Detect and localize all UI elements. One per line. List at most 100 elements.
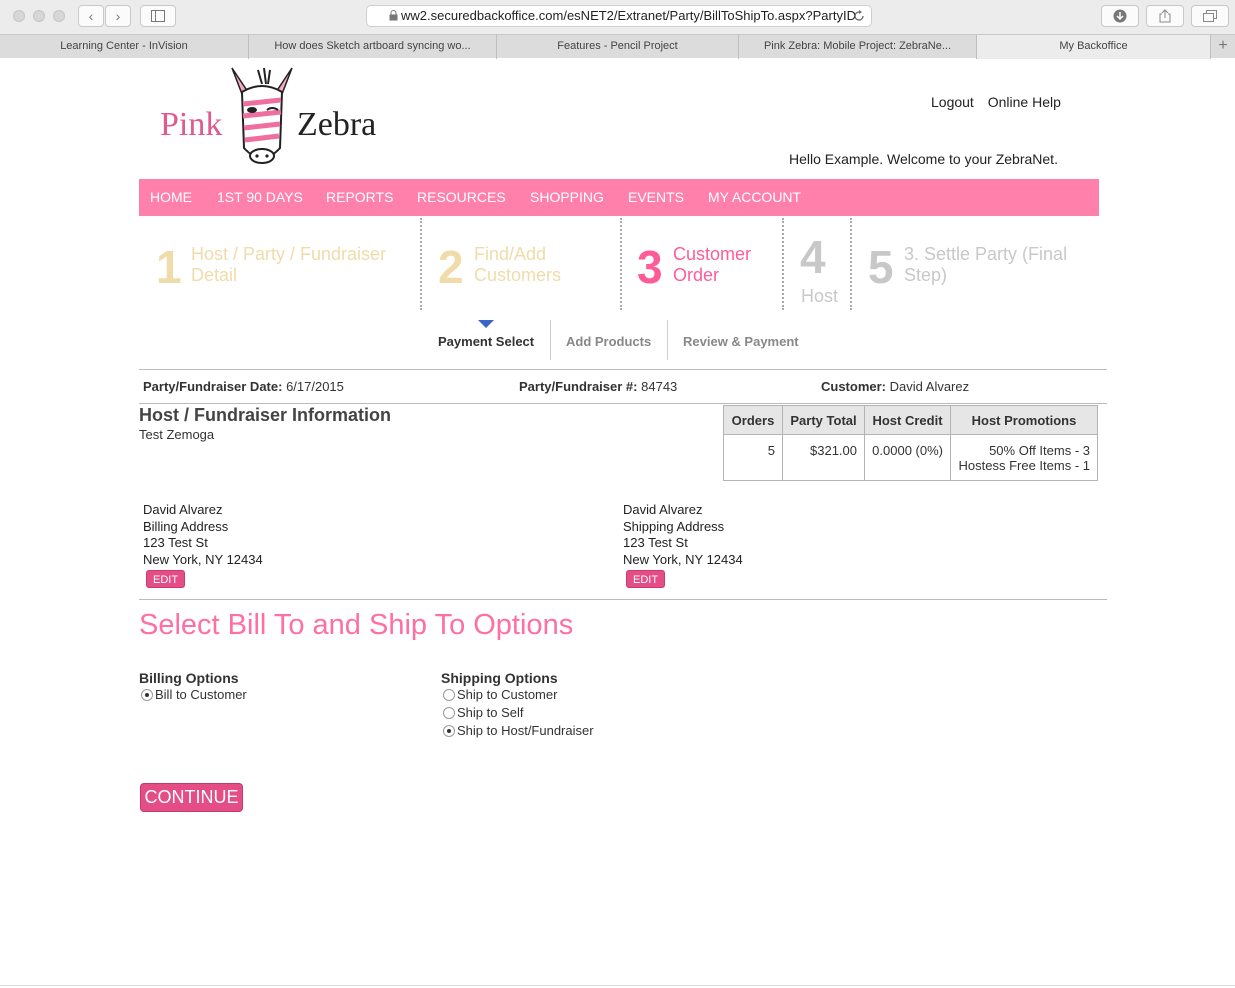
logo-zebra-text: Zebra [297, 106, 377, 143]
radio-label: Bill to Customer [155, 687, 247, 702]
header-links: Logout Online Help [931, 94, 1071, 110]
radio-bill-to-customer[interactable]: Bill to Customer [141, 687, 247, 703]
step-divider [782, 218, 784, 310]
header-party-total: Party Total [782, 405, 865, 435]
customer-value: David Alvarez [889, 379, 970, 394]
back-chevron-icon: ‹ [88, 8, 94, 24]
host-name: Test Zemoga [139, 427, 215, 442]
orders-value: 5 [723, 434, 783, 481]
tab-title: My Backoffice [1059, 40, 1128, 52]
divider [139, 599, 1107, 600]
share-button[interactable] [1146, 5, 1184, 27]
party-date-label: Party/Fundraiser Date: [143, 379, 283, 394]
logo-pink-text: Pink [160, 106, 223, 143]
radio-ship-to-customer[interactable]: Ship to Customer [443, 687, 557, 703]
table-header-row: Orders Party Total Host Credit Host Prom… [723, 405, 1098, 435]
nav-home[interactable]: HOME [150, 179, 192, 216]
tab-pink-zebra-mobile[interactable]: Pink Zebra: Mobile Project: ZebraNe... [739, 35, 977, 59]
lock-icon [389, 9, 398, 26]
party-total-value: $321.00 [782, 434, 865, 481]
radio-selected-icon[interactable] [443, 725, 455, 737]
continue-button[interactable]: CONTINUE [140, 783, 243, 812]
zebra-head-icon [231, 67, 293, 164]
customer-label: Customer: [821, 379, 887, 394]
step-number: 1 [156, 241, 182, 293]
billing-options-heading: Billing Options [139, 670, 239, 686]
download-icon [1113, 9, 1127, 23]
table-row: 5 $321.00 0.0000 (0%) 50% Off Items - 3 … [723, 434, 1098, 481]
header-host-credit: Host Credit [864, 405, 951, 435]
promo-line: Hostess Free Items - 1 [958, 458, 1090, 473]
nav-events[interactable]: EVENTS [628, 179, 684, 216]
step-number: 5 [868, 241, 894, 293]
nav-reports[interactable]: REPORTS [326, 179, 393, 216]
logout-link[interactable]: Logout [931, 94, 974, 110]
step-label: 3. Settle Party (Final [904, 244, 1068, 264]
tab-pencil-project[interactable]: Features - Pencil Project [497, 35, 739, 59]
sidebar-toggle-button[interactable] [140, 5, 176, 27]
billing-label: Billing Address [143, 518, 229, 534]
nav-shopping[interactable]: SHOPPING [530, 179, 604, 216]
edit-billing-button[interactable]: EDIT [146, 570, 186, 588]
nav-my-account[interactable]: MY ACCOUNT [708, 179, 801, 216]
forward-button[interactable]: › [105, 5, 131, 27]
tab-my-backoffice[interactable]: My Backoffice [977, 35, 1211, 59]
step-label: Host [801, 286, 839, 306]
billing-name: David Alvarez [143, 502, 223, 517]
divider [139, 403, 1107, 404]
header-orders: Orders [723, 405, 783, 435]
plus-icon: + [1218, 37, 1228, 54]
subtab-add-products[interactable]: Add Products [566, 334, 651, 349]
party-customer: Customer: David Alvarez [821, 379, 969, 394]
subtab-divider [667, 320, 668, 360]
close-window-button[interactable] [13, 10, 25, 22]
edit-shipping-button[interactable]: EDIT [626, 570, 666, 588]
host-info-title: Host / Fundraiser Information [139, 405, 392, 425]
downloads-button[interactable] [1101, 5, 1139, 27]
online-help-link[interactable]: Online Help [988, 94, 1061, 110]
radio-label: Ship to Self [457, 705, 524, 720]
tab-sketch-syncing[interactable]: How does Sketch artboard syncing wo... [249, 35, 497, 59]
page-bottom-border [0, 985, 1235, 986]
party-number-label: Party/Fundraiser #: [519, 379, 638, 394]
header-host-promotions: Host Promotions [950, 405, 1098, 435]
reload-icon[interactable] [853, 6, 865, 26]
party-number: Party/Fundraiser #: 84743 [519, 379, 677, 394]
tab-learning-center[interactable]: Learning Center - InVision [0, 35, 249, 59]
radio-selected-icon[interactable] [141, 689, 153, 701]
subtab-review-payment[interactable]: Review & Payment [683, 334, 799, 349]
subtab-payment-select[interactable]: Payment Select [438, 334, 534, 349]
pink-zebra-logo[interactable]: Pink Zebra [160, 64, 400, 176]
back-button[interactable]: ‹ [78, 5, 104, 27]
step-divider [420, 218, 422, 310]
step-label: Customers [474, 265, 562, 285]
nav-resources[interactable]: RESOURCES [417, 179, 506, 216]
minimize-window-button[interactable] [33, 10, 45, 22]
tab-title: Pink Zebra: Mobile Project: ZebraNe... [763, 40, 952, 52]
nav-1st-90-days[interactable]: 1ST 90 DAYS [217, 179, 303, 216]
radio-ship-to-host[interactable]: Ship to Host/Fundraiser [443, 723, 594, 739]
party-date-value: 6/17/2015 [286, 379, 344, 394]
new-tab-button[interactable]: + [1211, 35, 1235, 59]
share-icon [1159, 9, 1171, 23]
tab-title: How does Sketch artboard syncing wo... [274, 40, 471, 52]
promo-line: 50% Off Items - 3 [989, 443, 1090, 458]
subtab-divider [550, 320, 551, 360]
radio-unselected-icon[interactable] [443, 689, 455, 701]
tabs-overview-button[interactable] [1191, 5, 1229, 27]
tab-title: Learning Center - InVision [60, 40, 188, 52]
tab-bar: Learning Center - InVision How does Sket… [0, 34, 1235, 59]
radio-ship-to-self[interactable]: Ship to Self [443, 705, 524, 721]
shipping-name: David Alvarez [623, 502, 703, 517]
address-bar[interactable]: ww2.securedbackoffice.com/esNET2/Extrane… [366, 5, 872, 27]
shipping-label: Shipping Address [623, 518, 725, 534]
step-divider [620, 218, 622, 310]
zoom-window-button[interactable] [53, 10, 65, 22]
host-stats-table: Orders Party Total Host Credit Host Prom… [723, 405, 1098, 481]
step-label: Step) [904, 265, 948, 285]
divider [139, 369, 1107, 370]
radio-unselected-icon[interactable] [443, 707, 455, 719]
step-label: Customer [673, 244, 752, 264]
host-credit-value: 0.0000 (0%) [864, 434, 951, 481]
tab-title: Features - Pencil Project [557, 40, 678, 52]
